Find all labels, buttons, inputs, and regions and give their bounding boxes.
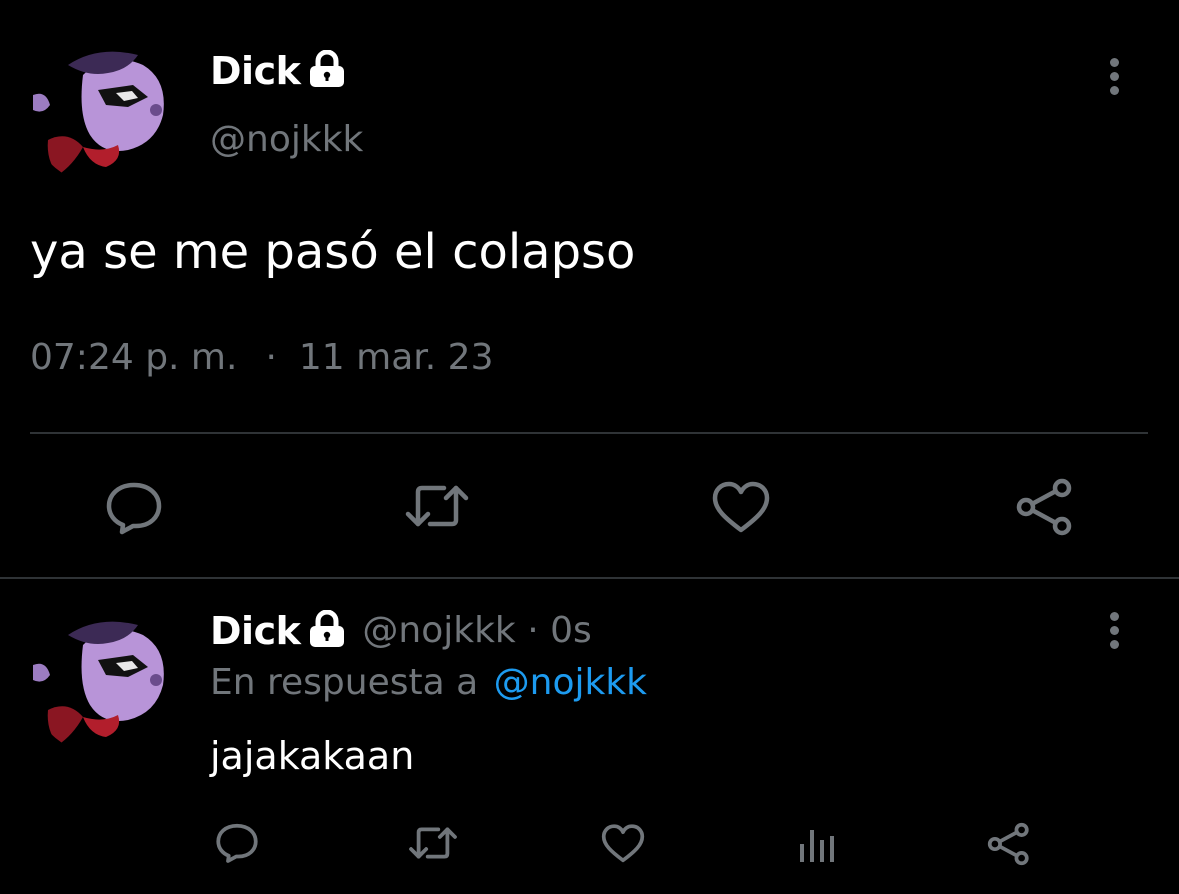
reply-prefix: En respuesta a xyxy=(210,662,479,703)
reply-author-name[interactable]: Dick xyxy=(210,606,301,656)
reply-icon xyxy=(216,823,258,863)
analytics-button[interactable] xyxy=(798,826,838,864)
share-icon xyxy=(987,822,1029,866)
tweet-time: 07:24 p. m. xyxy=(30,337,238,378)
reply-button[interactable] xyxy=(104,480,164,536)
avatar[interactable] xyxy=(28,35,178,185)
reply-text: jajakakaan xyxy=(210,734,415,778)
tweet-text: ya se me pasó el colapso xyxy=(30,224,636,280)
like-icon xyxy=(712,481,770,533)
like-button[interactable] xyxy=(600,823,646,865)
more-options-icon[interactable] xyxy=(1110,612,1119,654)
share-button[interactable] xyxy=(1014,478,1076,536)
avatar-image xyxy=(28,605,178,755)
retweet-button[interactable] xyxy=(404,480,470,532)
retweet-icon xyxy=(405,485,469,527)
meta-separator: · xyxy=(265,337,277,378)
reply-handle-time[interactable]: @nojkkk · 0s xyxy=(362,606,591,656)
like-button[interactable] xyxy=(710,480,772,536)
retweet-icon xyxy=(409,827,457,859)
lock-icon xyxy=(306,49,348,92)
reply-icon xyxy=(106,482,162,535)
author-name[interactable]: Dick xyxy=(210,46,301,96)
reply-button[interactable] xyxy=(214,822,260,864)
divider xyxy=(0,577,1179,579)
reply-to-link[interactable]: @nojkkk xyxy=(494,662,647,703)
divider xyxy=(30,432,1148,434)
author-handle[interactable]: @nojkkk xyxy=(210,117,363,163)
like-icon xyxy=(601,824,645,863)
more-options-icon[interactable] xyxy=(1110,58,1119,100)
reply-avatar[interactable] xyxy=(28,605,178,755)
tweet-date: 11 mar. 23 xyxy=(298,337,494,378)
avatar-image xyxy=(28,35,178,185)
lock-icon xyxy=(306,609,348,652)
share-icon xyxy=(1016,478,1072,536)
retweet-button[interactable] xyxy=(408,823,458,863)
share-button[interactable] xyxy=(986,822,1032,866)
analytics-icon xyxy=(800,830,834,862)
